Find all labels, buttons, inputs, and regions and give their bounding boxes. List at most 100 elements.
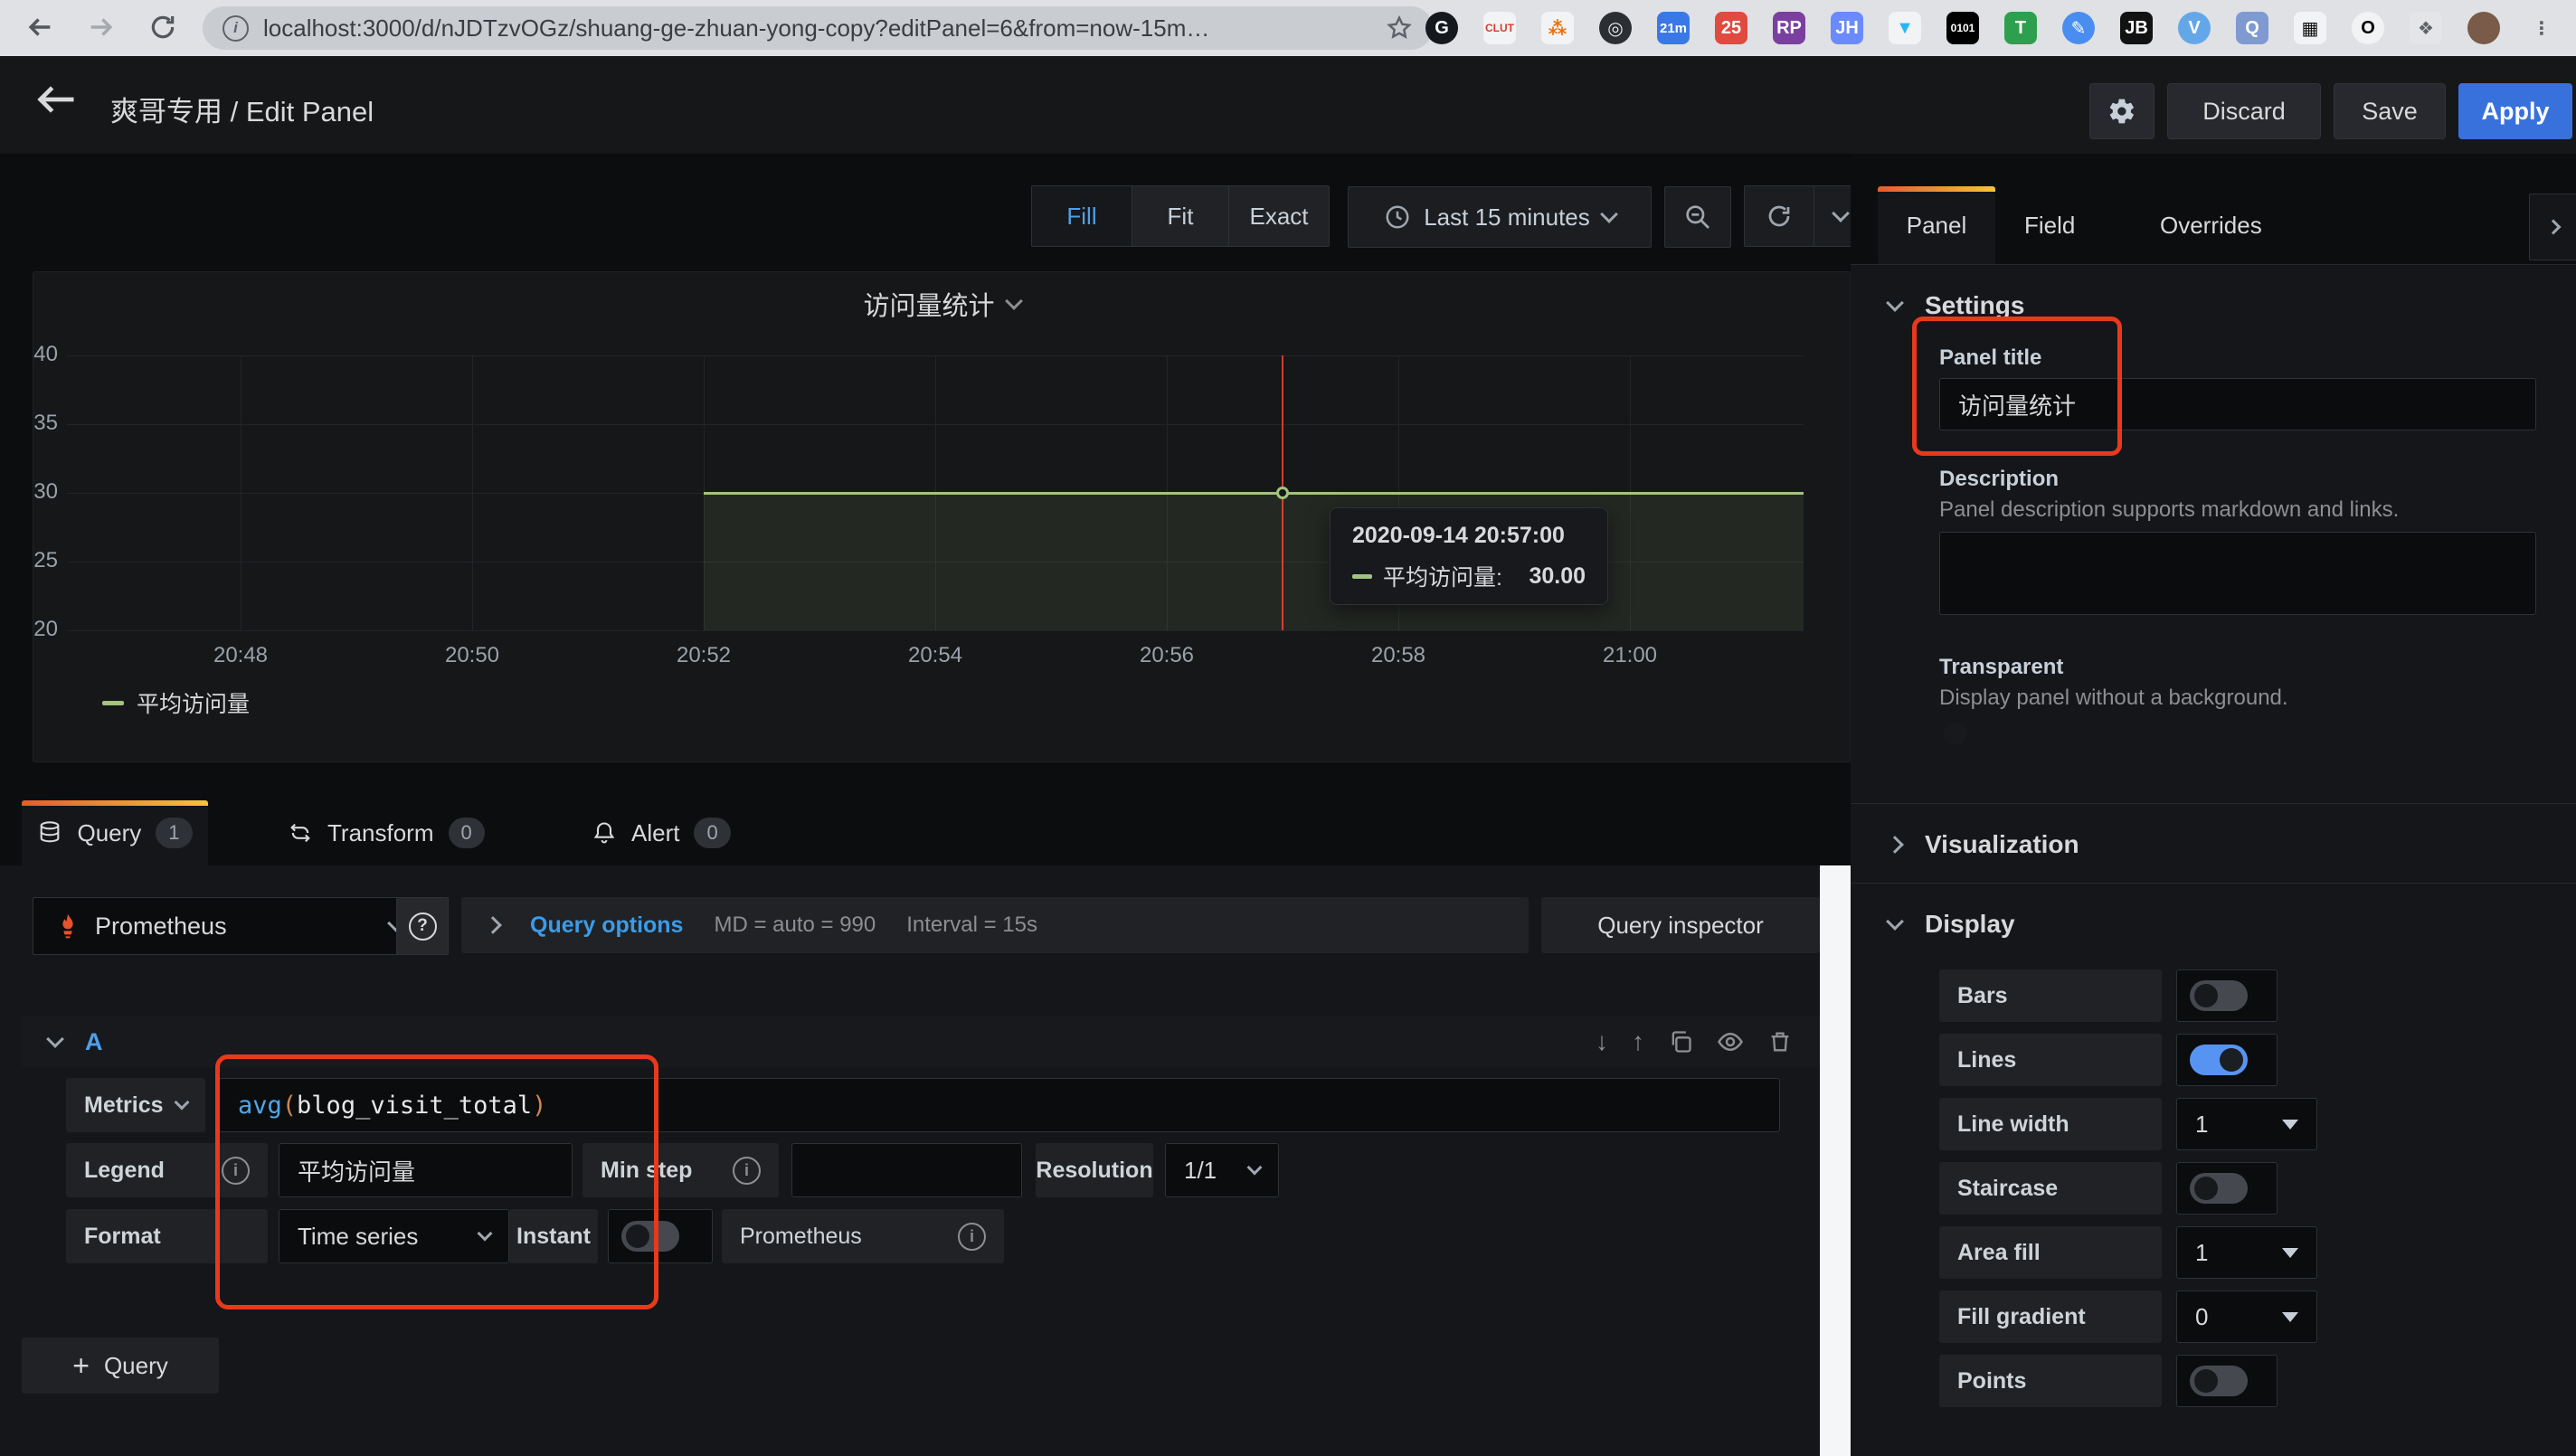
option-label-bars: Bars bbox=[1939, 969, 2162, 1022]
settings-section-header[interactable]: Settings bbox=[1889, 291, 2024, 320]
option-toggle-lines[interactable] bbox=[2190, 1045, 2248, 1075]
x-axis-tick-label: 20:56 bbox=[1113, 643, 1221, 668]
instant-toggle[interactable] bbox=[621, 1221, 679, 1252]
promql-expression-input[interactable]: avg(blog_visit_total) bbox=[219, 1078, 1780, 1132]
pen-extension-icon[interactable]: ✎ bbox=[2062, 12, 2095, 44]
jetbrains-extension-icon[interactable]: JB bbox=[2120, 12, 2153, 44]
add-query-label: Query bbox=[104, 1352, 168, 1380]
clut-extension-icon[interactable]: CLUT bbox=[1483, 12, 1516, 44]
size-mode-exact[interactable]: Exact bbox=[1228, 185, 1330, 247]
discard-button[interactable]: Discard bbox=[2167, 83, 2321, 139]
extension-toolbar: G CLUT ⁂ ◎ 21m 25 RP JH ▼ 0101 T ✎ JB VQ ▦ O ❖ ⋮ bbox=[1425, 12, 2558, 44]
jh-extension-icon[interactable]: JH bbox=[1831, 12, 1863, 44]
size-mode-fill[interactable]: Fill bbox=[1031, 185, 1132, 247]
metrics-dropdown[interactable]: Metrics bbox=[66, 1078, 205, 1132]
pane-size-toggle-group: Fill Fit Exact bbox=[1031, 186, 1330, 246]
help-question-icon: ? bbox=[409, 912, 437, 941]
min-step-input[interactable] bbox=[791, 1143, 1022, 1197]
puzzle-extension-icon[interactable]: ❖ bbox=[2410, 12, 2442, 44]
option-toggle-staircase[interactable] bbox=[2190, 1173, 2248, 1204]
info-icon[interactable]: i bbox=[958, 1223, 986, 1251]
forward-arrow-icon bbox=[86, 12, 117, 43]
tab-alert[interactable]: Alert 0 bbox=[592, 800, 731, 865]
apply-button[interactable]: Apply bbox=[2458, 83, 2572, 139]
tab-query[interactable]: Query 1 bbox=[22, 800, 208, 865]
transparent-hint: Display panel without a background. bbox=[1939, 685, 2288, 711]
expr-open-paren: ( bbox=[282, 1092, 297, 1120]
prometheus-flame-icon bbox=[53, 912, 82, 941]
timer-21m-extension-icon[interactable]: 21m bbox=[1657, 12, 1690, 44]
add-query-button[interactable]: + Query bbox=[22, 1338, 219, 1394]
datasource-help-button[interactable]: ? bbox=[396, 897, 449, 955]
option-select-area-fill[interactable]: 1 bbox=[2176, 1226, 2317, 1279]
site-info-icon[interactable]: i bbox=[223, 15, 249, 42]
query-options-bar[interactable]: Query options MD = auto = 990 Interval =… bbox=[461, 897, 1529, 953]
sidebar-tab-field[interactable]: Field bbox=[2024, 186, 2075, 264]
o-extension-icon[interactable]: O bbox=[2352, 12, 2384, 44]
resolution-select[interactable]: 1/1 bbox=[1165, 1143, 1279, 1197]
legend-item[interactable]: 平均访问量 bbox=[102, 686, 250, 719]
tab-transform[interactable]: Transform 0 bbox=[288, 800, 485, 865]
browser-reload-button[interactable] bbox=[145, 9, 181, 45]
legend-format-input[interactable]: 平均访问量 bbox=[279, 1143, 573, 1197]
mindmap-extension-icon[interactable]: ⁂ bbox=[1541, 12, 1574, 44]
collapse-sidebar-button[interactable] bbox=[2529, 194, 2576, 260]
v-extension-icon[interactable]: V bbox=[2178, 12, 2211, 44]
save-button[interactable]: Save bbox=[2334, 83, 2446, 139]
caret-down-icon bbox=[2282, 1312, 2298, 1322]
move-query-up-button[interactable]: ↑ bbox=[1632, 1027, 1644, 1056]
qr-extension-icon[interactable]: ▦ bbox=[2294, 12, 2326, 44]
visualization-section-header[interactable]: Visualization bbox=[1889, 830, 2079, 859]
dashboard-settings-button[interactable] bbox=[2089, 83, 2155, 139]
refresh-button-group bbox=[1744, 186, 1868, 246]
time-range-picker[interactable]: Last 15 minutes bbox=[1348, 186, 1652, 248]
binary-extension-icon[interactable]: 0101 bbox=[1946, 12, 1979, 44]
url-text[interactable]: localhost:3000/d/nJDTzvOGz/shuang-ge-zhu… bbox=[263, 14, 1209, 43]
avatar[interactable] bbox=[2467, 12, 2500, 44]
address-bar[interactable]: i localhost:3000/d/nJDTzvOGz/shuang-ge-z… bbox=[203, 6, 1433, 50]
browser-menu-icon[interactable]: ⋮ bbox=[2525, 12, 2558, 44]
tampermonkey-extension-icon[interactable]: T bbox=[2004, 12, 2037, 44]
github-extension-icon[interactable]: G bbox=[1425, 12, 1458, 44]
bookmark-star-icon[interactable] bbox=[1386, 14, 1413, 42]
lens-extension-icon[interactable]: ◎ bbox=[1599, 12, 1632, 44]
query-inspector-button[interactable]: Query inspector bbox=[1541, 897, 1820, 953]
x-axis-tick-label: 20:52 bbox=[649, 643, 758, 668]
bell-icon bbox=[592, 820, 617, 846]
search-extension-icon[interactable]: Q bbox=[2236, 12, 2268, 44]
info-icon[interactable]: i bbox=[733, 1157, 761, 1185]
zoom-out-button[interactable] bbox=[1664, 186, 1731, 248]
option-toggle-points[interactable] bbox=[2190, 1366, 2248, 1396]
info-icon[interactable]: i bbox=[222, 1157, 250, 1185]
hide-query-eye-icon[interactable] bbox=[1717, 1028, 1744, 1055]
query-options-md: MD = auto = 990 bbox=[714, 912, 876, 938]
query-options-interval: Interval = 15s bbox=[906, 912, 1037, 938]
chevron-down-icon bbox=[1832, 204, 1850, 222]
panel-title-input[interactable]: 访问量统计 bbox=[1939, 378, 2536, 430]
browser-forward-button[interactable] bbox=[83, 9, 119, 45]
pane-splitter[interactable] bbox=[1820, 865, 1851, 1456]
size-mode-fit[interactable]: Fit bbox=[1132, 185, 1228, 247]
sidebar-tab-overrides[interactable]: Overrides bbox=[2160, 186, 2262, 264]
back-to-dashboard-button[interactable] bbox=[33, 76, 80, 123]
sidebar-tab-panel[interactable]: Panel bbox=[1878, 186, 1995, 264]
browser-back-button[interactable] bbox=[22, 9, 58, 45]
move-query-down-button[interactable]: ↓ bbox=[1596, 1027, 1608, 1056]
transform-icon bbox=[288, 820, 313, 846]
option-select-line-width[interactable]: 1 bbox=[2176, 1098, 2317, 1150]
query-row-header[interactable]: A ↓ ↑ bbox=[22, 1016, 1820, 1067]
rp-extension-icon[interactable]: RP bbox=[1773, 12, 1805, 44]
tasks-25-extension-icon[interactable]: 25 bbox=[1715, 12, 1747, 44]
delete-query-trash-icon[interactable] bbox=[1767, 1029, 1793, 1054]
format-select[interactable]: Time series bbox=[279, 1209, 509, 1263]
funnel-extension-icon[interactable]: ▼ bbox=[1889, 12, 1921, 44]
copy-query-icon[interactable] bbox=[1668, 1029, 1693, 1054]
datasource-picker[interactable]: Prometheus bbox=[33, 897, 423, 955]
tab-alert-label: Alert bbox=[631, 819, 679, 847]
option-select-fill-gradient[interactable]: 0 bbox=[2176, 1291, 2317, 1343]
display-section-header[interactable]: Display bbox=[1889, 910, 2015, 939]
refresh-button[interactable] bbox=[1744, 185, 1814, 247]
option-toggle-bars[interactable] bbox=[2190, 980, 2248, 1011]
description-textarea[interactable] bbox=[1939, 532, 2536, 615]
query-options-toggle[interactable]: Query options bbox=[530, 912, 683, 939]
